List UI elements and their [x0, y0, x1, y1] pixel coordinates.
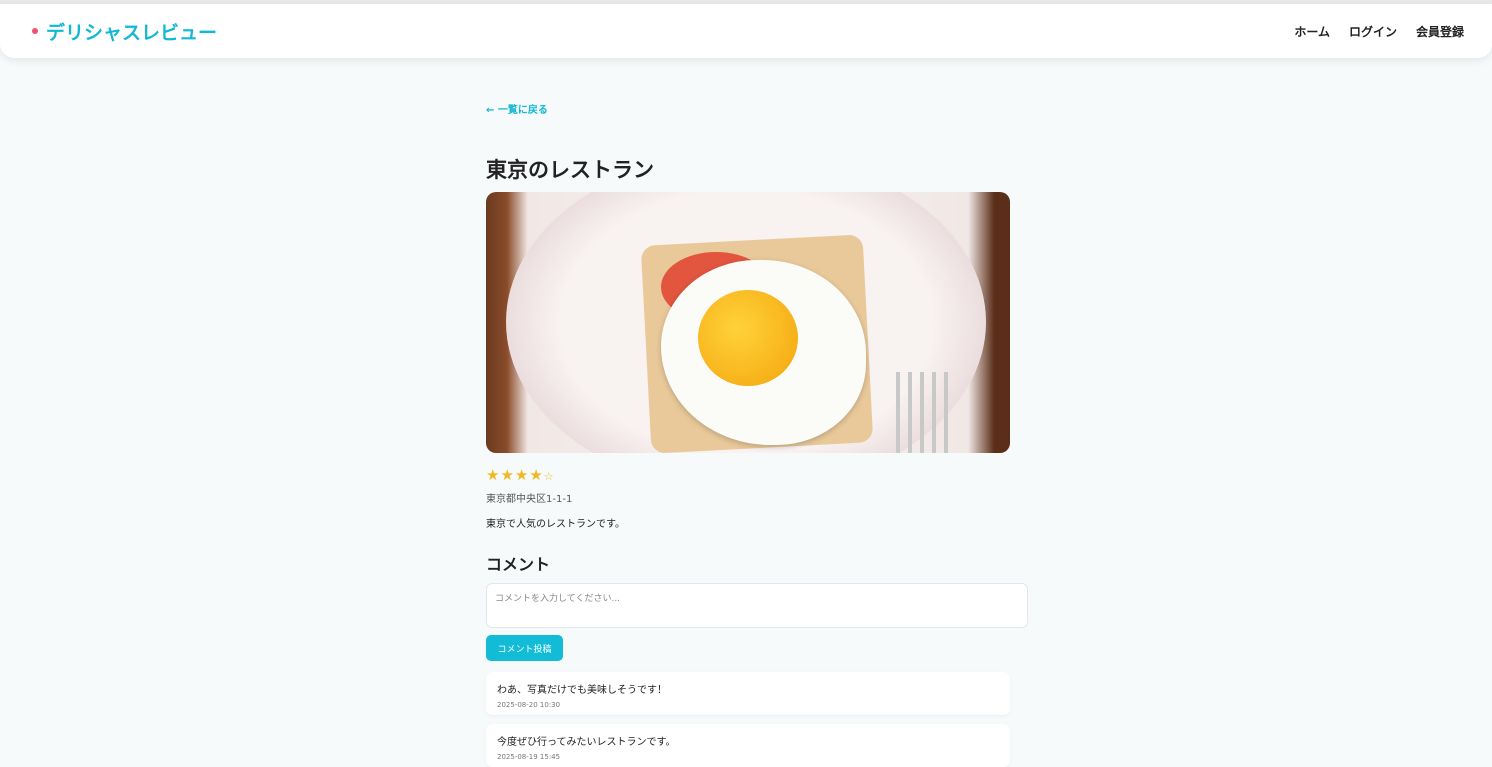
logo-text: デリシャスレビュー: [46, 21, 218, 44]
address: 東京都中央区1-1-1: [486, 494, 573, 505]
logo[interactable]: デリシャスレビュー: [32, 18, 217, 45]
comment-text: 今度ぜひ行ってみたいレストランです。: [497, 737, 676, 748]
star-empty-icon: ☆: [543, 470, 555, 483]
restaurant-photo: [486, 192, 1010, 453]
nav-login[interactable]: ログイン: [1349, 23, 1397, 40]
star-rating: ★★★★☆: [486, 466, 555, 484]
back-to-list-link[interactable]: ← 一覧に戻る: [486, 101, 548, 116]
comment-item: 今度ぜひ行ってみたいレストランです。 2025-08-19 15:45: [486, 724, 1010, 767]
description: 東京で人気のレストランです。: [486, 519, 625, 530]
star-filled-icon: ★★★★: [486, 466, 544, 484]
comment-text: わあ、写真だけでも美味しそうです！: [497, 685, 667, 696]
comment-item: わあ、写真だけでも美味しそうです！ 2025-08-20 10:30: [486, 672, 1010, 715]
comment-date: 2025-08-19 15:45: [497, 753, 561, 761]
submit-comment-button[interactable]: コメント投稿: [486, 635, 563, 661]
comment-date: 2025-08-20 10:30: [497, 701, 561, 709]
comment-input[interactable]: [486, 583, 1028, 628]
nav-home[interactable]: ホーム: [1294, 23, 1330, 40]
main-nav: ホーム ログイン 会員登録: [1294, 23, 1464, 40]
comments-heading: コメント: [486, 555, 551, 574]
page-title: 東京のレストラン: [486, 158, 654, 182]
logo-dot-icon: [32, 28, 38, 34]
site-header: デリシャスレビュー ホーム ログイン 会員登録: [0, 4, 1492, 58]
nav-register[interactable]: 会員登録: [1416, 23, 1464, 40]
